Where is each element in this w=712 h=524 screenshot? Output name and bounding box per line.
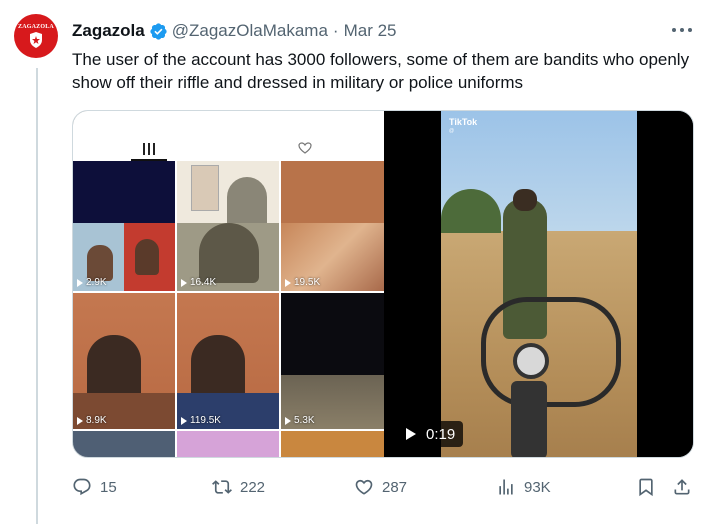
heart-icon: [355, 479, 373, 495]
tweet-text: The user of the account has 3000 followe…: [72, 50, 690, 92]
play-mini-icon: [285, 278, 291, 287]
view-count-total: 93K: [524, 478, 551, 496]
retweet-button[interactable]: 222: [212, 475, 265, 499]
video-duration-badge[interactable]: 0:19: [398, 421, 464, 447]
view-count: 16.4K: [181, 277, 216, 288]
retweet-count: 222: [240, 478, 266, 496]
view-count: 119.5K: [181, 415, 221, 426]
video-frame[interactable]: TikTok @: [441, 111, 637, 457]
avatar[interactable]: ZAGAZOLA: [14, 14, 58, 58]
like-button[interactable]: 287: [354, 475, 407, 499]
view-count: 5.3K: [285, 415, 315, 426]
views-button[interactable]: 93K: [496, 475, 551, 499]
reply-icon: [73, 478, 91, 496]
verified-badge-icon: [150, 22, 167, 40]
separator-dot: ·: [332, 21, 339, 40]
author-name[interactable]: Zagazola: [72, 21, 145, 41]
grid-tile[interactable]: 119.5K: [177, 293, 279, 429]
view-count: 8.9K: [77, 415, 107, 426]
action-bar: 15 222 287 93K: [72, 475, 698, 499]
media-container[interactable]: 2.9K 16.4K 19.5K 8.9K 119.5K 5.3K TikTok…: [72, 110, 694, 458]
tweet-header: Zagazola @ZagazOlaMakama · Mar 25: [72, 20, 397, 42]
play-mini-icon: [77, 416, 83, 425]
tiktok-watermark-handle: @: [449, 128, 455, 134]
play-mini-icon: [285, 416, 291, 425]
grid-tile[interactable]: [73, 431, 175, 457]
share-icon: [674, 479, 690, 495]
grid-tile[interactable]: [281, 161, 384, 223]
tiktok-watermark: TikTok: [449, 117, 478, 127]
author-handle[interactable]: @ZagazOlaMakama: [172, 21, 328, 41]
tweet-date[interactable]: Mar 25: [344, 21, 397, 41]
thread-line: [36, 68, 38, 524]
shield-icon: [30, 32, 42, 48]
play-mini-icon: [77, 278, 83, 287]
bookmark-icon: [639, 478, 653, 497]
play-mini-icon: [181, 278, 187, 287]
bookmark-button[interactable]: [636, 475, 664, 499]
retweet-icon: [212, 480, 232, 494]
tiktok-tabs: [73, 111, 384, 161]
video-duration: 0:19: [426, 425, 456, 443]
grid-tile[interactable]: 16.4K: [177, 223, 279, 291]
play-icon[interactable]: [406, 428, 416, 440]
grid-icon: [143, 143, 155, 155]
share-button[interactable]: [672, 475, 700, 499]
view-count: 2.9K: [77, 277, 107, 288]
liked-heart-icon: [298, 142, 312, 154]
grid-tile[interactable]: [73, 161, 175, 223]
more-options-icon[interactable]: [672, 22, 692, 38]
like-count: 287: [382, 478, 408, 496]
reply-count: 15: [100, 478, 117, 496]
grid-tile[interactable]: [177, 161, 279, 223]
grid-tile[interactable]: [177, 431, 279, 457]
analytics-icon: [499, 479, 513, 495]
view-count: 19.5K: [285, 277, 320, 288]
tiktok-grid-image[interactable]: 2.9K 16.4K 19.5K 8.9K 119.5K 5.3K: [73, 111, 384, 457]
avatar-logo-text: ZAGAZOLA: [18, 24, 54, 30]
grid-tile[interactable]: 19.5K: [281, 223, 384, 291]
video-player[interactable]: TikTok @ 0:19: [384, 111, 693, 457]
grid-tile[interactable]: [281, 431, 384, 457]
grid-tile[interactable]: 8.9K: [73, 293, 175, 429]
grid-tile[interactable]: 2.9K: [73, 223, 175, 291]
play-mini-icon: [181, 416, 187, 425]
reply-button[interactable]: 15: [72, 475, 117, 499]
grid-tile[interactable]: 5.3K: [281, 293, 384, 429]
